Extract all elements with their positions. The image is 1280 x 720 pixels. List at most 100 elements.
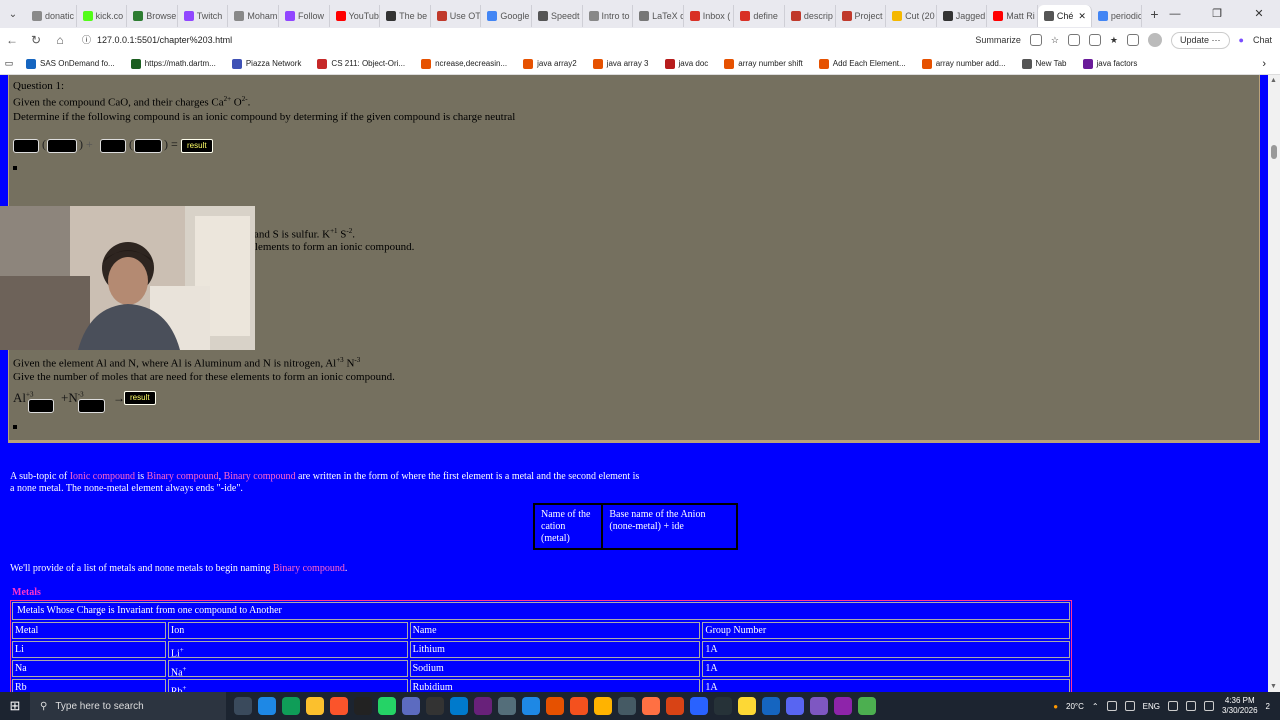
metals-heading-link[interactable]: Metals: [12, 587, 41, 598]
tab-search-icon[interactable]: ⌄: [0, 9, 26, 20]
app-icon[interactable]: [858, 697, 876, 715]
start-button[interactable]: ⊞: [0, 698, 30, 714]
whatsapp-icon[interactable]: [378, 697, 396, 715]
volume-icon[interactable]: [1124, 701, 1135, 711]
browser-tab[interactable]: Follow: [279, 5, 330, 27]
browser-tab[interactable]: kick.co: [77, 5, 128, 27]
folder-icon[interactable]: [594, 697, 612, 715]
browser-tab[interactable]: Browse: [127, 5, 178, 27]
browser-tab[interactable]: define: [734, 5, 785, 27]
browser-tab[interactable]: Use OT: [431, 5, 482, 27]
browser-tab[interactable]: The be: [380, 5, 431, 27]
bookmark-item[interactable]: Piazza Network: [224, 58, 310, 69]
browser-tab[interactable]: LaTeX c: [633, 5, 684, 27]
wifi-icon[interactable]: [1167, 701, 1178, 711]
bookmark-item[interactable]: java factors: [1075, 58, 1146, 69]
brave-icon[interactable]: [330, 697, 348, 715]
git-icon[interactable]: [570, 697, 588, 715]
collections-icon[interactable]: [1127, 34, 1139, 46]
q3-input-al[interactable]: [28, 399, 54, 413]
sidebar-toggle-icon[interactable]: ▭: [0, 58, 18, 69]
app-icon[interactable]: [618, 697, 636, 715]
network-icon[interactable]: [1106, 701, 1117, 711]
binary-compound-link[interactable]: Binary compound: [224, 471, 296, 482]
app-icon[interactable]: [546, 697, 564, 715]
postman-icon[interactable]: [642, 697, 660, 715]
site-info-icon[interactable]: ⓘ: [82, 30, 91, 50]
app-icon[interactable]: [762, 697, 780, 715]
browser-tab[interactable]: Speedt: [532, 5, 583, 27]
restore-icon[interactable]: ❐: [1196, 0, 1238, 28]
reload-icon[interactable]: ↻: [24, 33, 48, 47]
notifications-badge[interactable]: 2: [1266, 702, 1270, 711]
browser-tab[interactable]: Ché ✕: [1037, 5, 1092, 27]
binary-compound-link[interactable]: Binary compound: [147, 471, 219, 482]
browser-tab[interactable]: descrip: [785, 5, 836, 27]
favorite-icon[interactable]: ☆: [1051, 35, 1059, 46]
app-icon[interactable]: [834, 697, 852, 715]
app-icon[interactable]: [738, 697, 756, 715]
speaker-icon[interactable]: [1185, 701, 1196, 711]
q1-input-1[interactable]: [13, 139, 39, 153]
browser-tab[interactable]: Twitch: [178, 5, 229, 27]
page-scrollbar[interactable]: ▲ ▼: [1268, 75, 1280, 692]
browser-tab[interactable]: YouTub: [330, 5, 381, 27]
task-view-icon[interactable]: [234, 697, 252, 715]
edge-dev-icon[interactable]: [282, 697, 300, 715]
scrollbar-thumb[interactable]: [1271, 145, 1277, 159]
browser-tab[interactable]: Google: [481, 5, 532, 27]
summarize-button[interactable]: Summarize: [975, 35, 1021, 45]
weather-icon[interactable]: ●: [1053, 702, 1058, 711]
ionic-compound-link[interactable]: Ionic compound: [70, 471, 135, 482]
browser-tab[interactable]: Inbox (: [684, 5, 735, 27]
q1-input-4[interactable]: [134, 139, 162, 153]
chat-button[interactable]: Chat: [1253, 35, 1272, 45]
visual-studio-icon[interactable]: [474, 697, 492, 715]
reader-icon[interactable]: [1029, 34, 1042, 46]
close-window-icon[interactable]: ✕: [1238, 0, 1280, 28]
bookmark-item[interactable]: SAS OnDemand fo...: [18, 58, 123, 69]
taskbar-search[interactable]: ⚲ Type here to search: [30, 692, 226, 720]
app-icon[interactable]: [666, 697, 684, 715]
bookmarks-more-icon[interactable]: ›: [1262, 58, 1266, 70]
bookmark-item[interactable]: array number add...: [914, 58, 1014, 69]
file-explorer-icon[interactable]: [306, 697, 324, 715]
browser-tab[interactable]: Jagged: [937, 5, 988, 27]
github-icon[interactable]: [426, 697, 444, 715]
close-tab-icon[interactable]: ✕: [1078, 11, 1086, 22]
extensions-icon[interactable]: [1088, 34, 1101, 46]
q3-result-button[interactable]: result: [124, 391, 156, 405]
app-icon[interactable]: [690, 697, 708, 715]
q1-input-3[interactable]: [100, 139, 126, 153]
tray-up-icon[interactable]: ⌃: [1092, 702, 1099, 711]
edge-icon[interactable]: [258, 697, 276, 715]
app-icon[interactable]: [498, 697, 516, 715]
bookmark-item[interactable]: java doc: [657, 58, 717, 69]
browser-tab[interactable]: Intro to: [583, 5, 634, 27]
browser-tab[interactable]: Cut (20: [886, 5, 937, 27]
bookmark-item[interactable]: CS 211: Object-Ori...: [309, 58, 413, 69]
scroll-down-icon[interactable]: ▼: [1270, 683, 1277, 690]
bookmark-item[interactable]: array number shift: [716, 58, 810, 69]
profile-avatar[interactable]: [1148, 33, 1162, 47]
browser-tab[interactable]: Matt Ri: [987, 5, 1038, 27]
copilot-icon[interactable]: ●: [1239, 35, 1244, 45]
back-icon[interactable]: ←: [0, 33, 24, 47]
app-icon[interactable]: [522, 697, 540, 715]
scroll-up-icon[interactable]: ▲: [1270, 77, 1277, 84]
app-icon[interactable]: [402, 697, 420, 715]
intellij-icon[interactable]: [354, 697, 372, 715]
bookmark-item[interactable]: java array 3: [585, 58, 657, 69]
clock[interactable]: 4:36 PM 3/30/2026: [1222, 696, 1258, 716]
bookmark-item[interactable]: ncrease,decreasin...: [413, 58, 515, 69]
url-field[interactable]: ⓘ 127.0.0.1:5501/chapter%203.html: [82, 30, 952, 50]
battery-icon[interactable]: [1203, 701, 1214, 711]
q1-input-2[interactable]: [47, 139, 77, 153]
bookmark-item[interactable]: java array2: [515, 58, 585, 69]
bookmark-item[interactable]: https://math.dartm...: [123, 58, 224, 69]
steam-icon[interactable]: [714, 697, 732, 715]
bookmark-item[interactable]: New Tab: [1014, 58, 1075, 69]
bookmark-item[interactable]: Add Each Element...: [811, 58, 914, 69]
browser-tab[interactable]: Moham: [228, 5, 279, 27]
app-icon[interactable]: [810, 697, 828, 715]
